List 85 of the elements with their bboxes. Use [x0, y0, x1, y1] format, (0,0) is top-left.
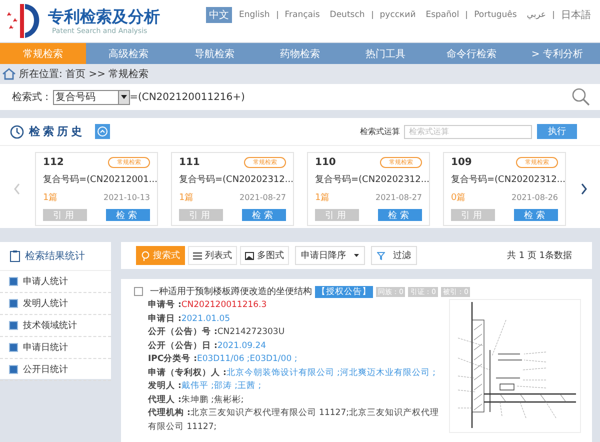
field-line: 申请日 :2021.01.05: [147, 312, 232, 326]
result-count: 1篇: [179, 192, 194, 204]
language-link[interactable]: English: [236, 9, 273, 21]
history-query: 复合号码=(CN20202312...: [451, 174, 566, 187]
view-tab[interactable]: 搜索式: [136, 246, 185, 265]
nav-tab[interactable]: 命令行检索: [428, 43, 514, 64]
section-title: 检索历史: [29, 124, 85, 139]
language-link[interactable]: Deutsch: [326, 9, 368, 21]
search-expression: =(CN202120011216+): [130, 92, 245, 102]
operation-label: 检索式运算: [360, 126, 400, 137]
language-link[interactable]: عربي: [524, 9, 549, 21]
language-link[interactable]: Français: [282, 9, 323, 21]
history-date: 2021-08-27: [376, 193, 422, 202]
result-count: 1篇: [315, 192, 330, 204]
nav-tab[interactable]: > 专利分析: [514, 43, 600, 64]
history-number: 109: [451, 157, 472, 168]
history-number: 110: [315, 157, 336, 168]
search-icon[interactable]: [572, 88, 590, 106]
search-label: 检索式 :: [12, 90, 49, 104]
patent-title[interactable]: 一种适用于预制楼板蹲便改造的坐便结构: [150, 285, 312, 298]
field-line: 代理机构 :北京三友知识产权代理有限公司 11127;北京三友知识产权代理有限公司 11127;: [146, 407, 440, 434]
field-line: 发明人 :戴伟平 ;邵涛 ;王茜 ;: [147, 380, 262, 393]
execute-button[interactable]: 执行: [537, 124, 577, 139]
field-select[interactable]: 复合号码: [52, 90, 130, 104]
bulb-icon: [141, 250, 150, 260]
operation-field[interactable]: 检索式运算: [404, 124, 532, 138]
history-date: 2021-08-27: [240, 193, 286, 202]
language-link[interactable]: Português: [471, 9, 520, 21]
history-date: 2021-08-26: [512, 193, 558, 202]
nav-tab[interactable]: 高级检索: [86, 43, 172, 64]
bullet-icon: [9, 343, 18, 352]
stats-link[interactable]: 发明人统计: [23, 297, 68, 310]
result-count: 0篇: [451, 192, 466, 204]
history-query: 复合号码=(CN20202312...: [315, 174, 430, 187]
field-line: IPC分类号 :E03D11/06 ;E03D1/00 ;: [147, 353, 298, 366]
history-number: 111: [179, 157, 200, 168]
field-line: 申请号 :CN202120011216.3: [147, 299, 268, 312]
history-query: 复合号码=(CN20202312...: [179, 174, 294, 187]
stats-link[interactable]: 申请日统计: [23, 341, 68, 354]
page-summary: 共 1 页 1条数据: [506, 250, 572, 262]
dropdown-arrow-icon[interactable]: [120, 95, 127, 99]
search-button[interactable]: 检索: [378, 208, 422, 221]
language-link[interactable]: 日本語: [558, 7, 594, 23]
result-count: 1篇: [43, 192, 58, 204]
stats-link[interactable]: 技术领域统计: [23, 319, 77, 332]
nav-tab[interactable]: 药物检索: [257, 43, 343, 64]
clock-icon: [10, 124, 24, 138]
language-link[interactable]: 中文: [206, 7, 232, 23]
site-title: 专利检索及分析: [48, 7, 160, 27]
collapse-button[interactable]: [95, 124, 110, 139]
stats-link[interactable]: 公开日统计: [23, 363, 68, 376]
stats-link[interactable]: 申请人统计: [23, 275, 68, 288]
nav-tab[interactable]: 常规检索: [0, 43, 86, 64]
bullet-icon: [9, 321, 18, 330]
bullet-icon: [9, 277, 18, 286]
home-icon[interactable]: [2, 68, 16, 80]
nav-tab[interactable]: 热门工具: [342, 43, 429, 64]
bullet-icon: [9, 299, 18, 308]
nav-tab[interactable]: 导航检索: [171, 43, 258, 64]
bullet-icon: [9, 365, 18, 374]
clipboard-icon: [10, 250, 20, 262]
search-button[interactable]: 检索: [242, 208, 286, 221]
list-icon: [193, 252, 202, 260]
field-line: 代理人 :朱坤鹏 ;焦彬彬;: [146, 394, 245, 406]
view-tab[interactable]: 多图式: [240, 246, 289, 265]
search-button[interactable]: 检索: [106, 208, 150, 221]
panel-title: 检索结果统计: [25, 250, 85, 263]
filter-button[interactable]: 过滤: [371, 246, 417, 265]
image-icon: [245, 252, 254, 260]
field-line: 申请（专利权）人 :北京今朝装饰设计有限公司 ;河北爽迈木业有限公司 ;: [147, 366, 436, 380]
status-tag: 【授权公告】: [315, 286, 373, 298]
field-line: 公开（公告）号 :CN214272303U: [147, 326, 286, 339]
field-line: 公开（公告）日 :2021.09.24: [147, 340, 268, 352]
funnel-icon: [377, 252, 385, 260]
breadcrumb: 所在位置: 首页 >> 常规检索: [19, 68, 149, 81]
caret-icon: [354, 254, 359, 257]
view-tab[interactable]: 列表式: [188, 246, 237, 265]
history-query: 复合号码=(CN20212001...: [43, 174, 158, 187]
language-link[interactable]: Español: [422, 9, 462, 21]
history-date: 2021-10-13: [104, 193, 150, 202]
checkbox[interactable]: [134, 287, 143, 296]
language-link[interactable]: русский: [376, 9, 419, 21]
history-number: 112: [43, 157, 64, 168]
sort-dropdown[interactable]: 申请日降序: [295, 246, 365, 265]
search-button[interactable]: 检索: [514, 208, 558, 221]
